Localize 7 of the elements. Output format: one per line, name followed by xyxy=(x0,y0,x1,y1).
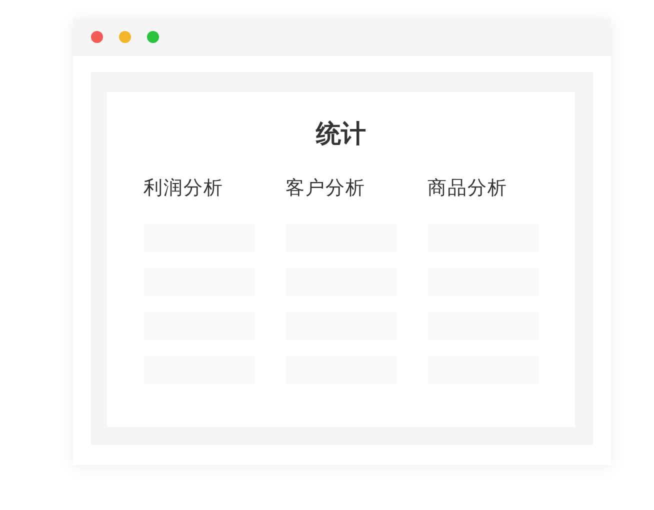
minimize-button[interactable] xyxy=(119,31,131,43)
column-heading: 商品分析 xyxy=(428,176,508,201)
card-title: 统计 xyxy=(316,118,366,150)
column-heading: 利润分析 xyxy=(144,176,224,201)
close-button[interactable] xyxy=(91,31,103,43)
maximize-button[interactable] xyxy=(147,31,159,43)
column-heading: 客户分析 xyxy=(286,176,366,201)
